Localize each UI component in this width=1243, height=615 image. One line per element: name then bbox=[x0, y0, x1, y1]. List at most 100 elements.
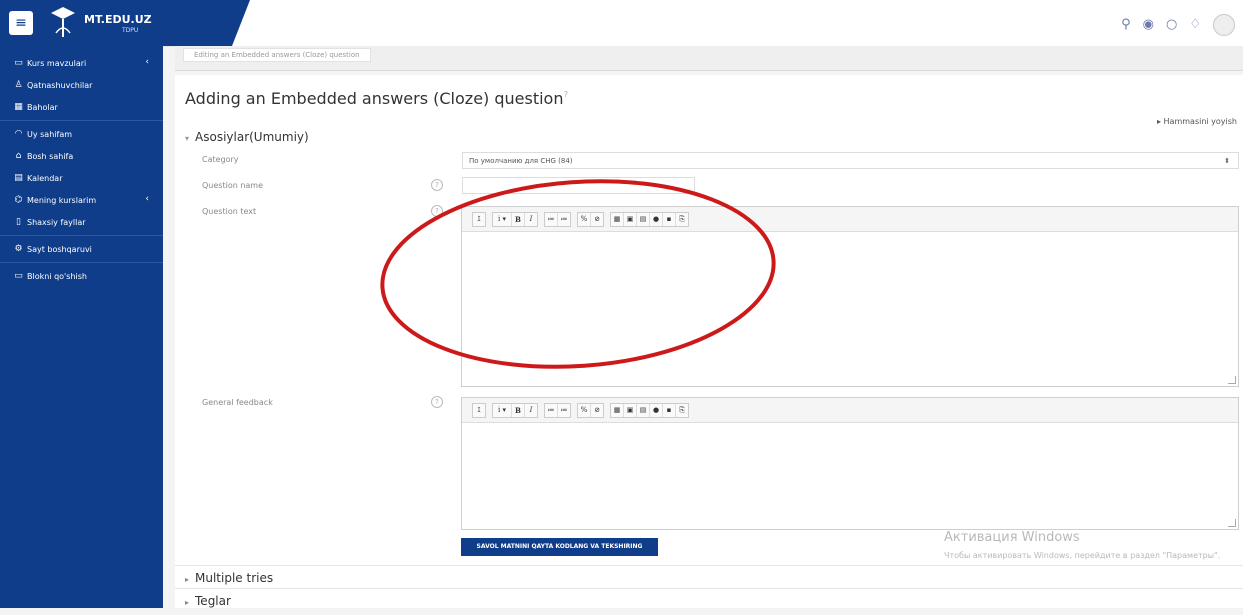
unordered-list-icon[interactable]: ≔ bbox=[545, 403, 558, 417]
sidebar-item-label: Qatnashuvchilar bbox=[27, 80, 93, 90]
ordered-list-icon[interactable]: ≔ bbox=[558, 213, 570, 226]
expand-triangle-icon: ▸ bbox=[185, 575, 190, 584]
manage-files-icon[interactable]: ⎘ bbox=[676, 213, 688, 226]
page-title: Adding an Embedded answers (Cloze) quest… bbox=[185, 89, 568, 108]
watermark-title: Активация Windows bbox=[944, 530, 1080, 545]
help-icon[interactable]: ? bbox=[431, 205, 443, 217]
image-icon[interactable]: ▣ bbox=[624, 403, 637, 417]
sidebar-item-bosh-sahifa[interactable]: ⌂ Bosh sahifa bbox=[0, 145, 163, 167]
hamburger-icon[interactable]: ≡ bbox=[9, 11, 33, 35]
brand-area: ≡ MT.EDU.UZ TDPU bbox=[0, 0, 250, 46]
sidebar-item-kalendar[interactable]: ▤ Kalendar bbox=[0, 167, 163, 189]
collapse-triangle-icon: ▾ bbox=[185, 134, 190, 143]
help-icon[interactable]: ? bbox=[431, 179, 443, 191]
record-audio-icon[interactable]: ● bbox=[650, 212, 663, 226]
editor-toolbar: ↥ i ▾ B I ≔ ≔ % ⊘ ▦ ▣ ▤ ● ▪ ⎘ bbox=[462, 207, 1238, 232]
select-arrow-icon: ⬍ bbox=[1224, 157, 1230, 165]
cloze-icon[interactable]: ▦ bbox=[611, 212, 624, 226]
sidebar-item-label: Baholar bbox=[27, 102, 58, 112]
logo-icon bbox=[51, 7, 75, 37]
breadcrumb[interactable]: Editing an Embedded answers (Cloze) ques… bbox=[183, 48, 371, 62]
sidebar-item-uy-sahifam[interactable]: ◠ Uy sahifam bbox=[0, 123, 163, 145]
sidebar-item-label: Kurs mavzulari bbox=[27, 58, 87, 68]
media-icon[interactable]: ▤ bbox=[637, 212, 650, 226]
ordered-list-icon[interactable]: ≔ bbox=[558, 404, 570, 417]
top-icons: ⚲ ◉ ○ ♢ bbox=[1121, 14, 1235, 36]
unordered-list-icon[interactable]: ≔ bbox=[545, 212, 558, 226]
section-multiple-tries[interactable]: ▸ Multiple tries bbox=[175, 565, 1243, 587]
sidebar-item-label: Bosh sahifa bbox=[27, 151, 74, 161]
resize-handle-icon[interactable] bbox=[1228, 376, 1236, 384]
help-icon[interactable]: ? bbox=[431, 396, 443, 408]
manage-files-icon[interactable]: ⎘ bbox=[676, 404, 688, 417]
category-select-value: По умолчанию для CHG (84) bbox=[469, 157, 573, 165]
record-video-icon[interactable]: ▪ bbox=[663, 403, 676, 417]
grid-icon: ▦ bbox=[14, 102, 23, 112]
info-dropdown-icon[interactable]: i ▾ bbox=[493, 212, 512, 226]
question-text-editor[interactable]: ↥ i ▾ B I ≔ ≔ % ⊘ ▦ ▣ ▤ ● ▪ ⎘ bbox=[461, 206, 1239, 387]
sidebar-item-blokni-qoshish[interactable]: ▭ Blokni qo'shish bbox=[0, 265, 163, 287]
sidebar-item-shaxsiy-fayllar[interactable]: ▯ Shaxsiy fayllar bbox=[0, 211, 163, 233]
expand-all-link[interactable]: ▸ Hammasini yoyish bbox=[1157, 117, 1237, 126]
info-dropdown-icon[interactable]: i ▾ bbox=[493, 403, 512, 417]
sidebar-item-mening-kurslarim[interactable]: ⌬ Mening kurslarim ‹ bbox=[0, 189, 163, 211]
bell-icon[interactable]: ♢ bbox=[1189, 17, 1201, 33]
category-select[interactable]: По умолчанию для CHG (84) ⬍ bbox=[462, 152, 1239, 169]
file-icon: ▯ bbox=[16, 217, 21, 227]
section-tags[interactable]: ▸ Teglar bbox=[175, 588, 1243, 610]
record-video-icon[interactable]: ▪ bbox=[663, 212, 676, 226]
top-navbar: ≡ MT.EDU.UZ TDPU ⚲ ◉ ○ ♢ bbox=[0, 0, 1243, 47]
sidebar-item-qatnashuvchilar[interactable]: ♙ Qatnashuvchilar bbox=[0, 74, 163, 96]
resize-handle-icon[interactable] bbox=[1228, 519, 1236, 527]
question-name-label: Question name bbox=[202, 181, 264, 190]
chat-icon[interactable]: ○ bbox=[1166, 17, 1177, 33]
sidebar-item-kurs-mavzulari[interactable]: ▭ Kurs mavzulari ‹ bbox=[0, 52, 163, 74]
sidebar-item-baholar[interactable]: ▦ Baholar bbox=[0, 96, 163, 118]
graduation-icon: ⌬ bbox=[14, 195, 23, 205]
search-icon[interactable]: ⚲ bbox=[1121, 17, 1131, 33]
home-icon: ⌂ bbox=[15, 151, 22, 161]
italic-icon[interactable]: I bbox=[525, 213, 537, 226]
unlink-icon[interactable]: ⊘ bbox=[591, 404, 603, 417]
sidebar-item-sayt-boshqaruvi[interactable]: ⚙ Sayt boshqaruvi bbox=[0, 238, 163, 260]
general-feedback-editor[interactable]: ↥ i ▾ B I ≔ ≔ % ⊘ ▦ ▣ ▤ ● ▪ ⎘ bbox=[461, 397, 1239, 530]
windows-activation-watermark: Активация Windows Чтобы активировать Win… bbox=[944, 530, 1234, 563]
globe-icon[interactable]: ◉ bbox=[1143, 17, 1154, 33]
section-multiple-tries-title: Multiple tries bbox=[195, 571, 274, 585]
users-icon: ♙ bbox=[14, 80, 23, 90]
image-icon[interactable]: ▣ bbox=[624, 212, 637, 226]
dashboard-icon: ◠ bbox=[14, 129, 23, 139]
sidebar-item-label: Blokni qo'shish bbox=[27, 271, 87, 281]
breadcrumb-bar: Editing an Embedded answers (Cloze) ques… bbox=[175, 46, 1243, 71]
question-name-input[interactable] bbox=[462, 177, 695, 194]
italic-icon[interactable]: I bbox=[525, 404, 537, 417]
sidebar-divider bbox=[0, 262, 163, 263]
toolbar-toggle-icon[interactable]: ↥ bbox=[473, 404, 485, 417]
category-label: Category bbox=[202, 155, 239, 164]
toolbar-toggle-icon[interactable]: ↥ bbox=[473, 213, 485, 226]
sidebar-item-label: Kalendar bbox=[27, 173, 63, 183]
avatar[interactable] bbox=[1213, 14, 1235, 36]
general-feedback-label: General feedback bbox=[202, 398, 273, 407]
record-audio-icon[interactable]: ● bbox=[650, 403, 663, 417]
section-general-header[interactable]: ▾ Asosiylar(Umumiy) bbox=[185, 130, 309, 144]
link-icon[interactable]: % bbox=[578, 212, 591, 226]
unlink-icon[interactable]: ⊘ bbox=[591, 213, 603, 226]
calendar-icon: ▤ bbox=[14, 173, 23, 183]
question-text-label: Question text bbox=[202, 207, 257, 216]
bold-icon[interactable]: B bbox=[512, 212, 525, 226]
cloze-icon[interactable]: ▦ bbox=[611, 403, 624, 417]
sidebar-divider bbox=[0, 235, 163, 236]
chevron-left-icon[interactable]: ‹ bbox=[145, 194, 149, 204]
gear-icon: ⚙ bbox=[14, 244, 23, 254]
help-icon[interactable]: ? bbox=[563, 91, 568, 101]
brand-name[interactable]: MT.EDU.UZ bbox=[84, 13, 152, 26]
bold-icon[interactable]: B bbox=[512, 403, 525, 417]
verify-question-button[interactable]: SAVOL MATNINI QAYTA KODLANG VA TEKSHIRIN… bbox=[461, 538, 658, 556]
editor-toolbar: ↥ i ▾ B I ≔ ≔ % ⊘ ▦ ▣ ▤ ● ▪ ⎘ bbox=[462, 398, 1238, 423]
media-icon[interactable]: ▤ bbox=[637, 403, 650, 417]
page-title-text: Adding an Embedded answers (Cloze) quest… bbox=[185, 89, 564, 108]
link-icon[interactable]: % bbox=[578, 403, 591, 417]
brand-sub: TDPU bbox=[122, 27, 139, 34]
chevron-left-icon[interactable]: ‹ bbox=[145, 57, 149, 67]
